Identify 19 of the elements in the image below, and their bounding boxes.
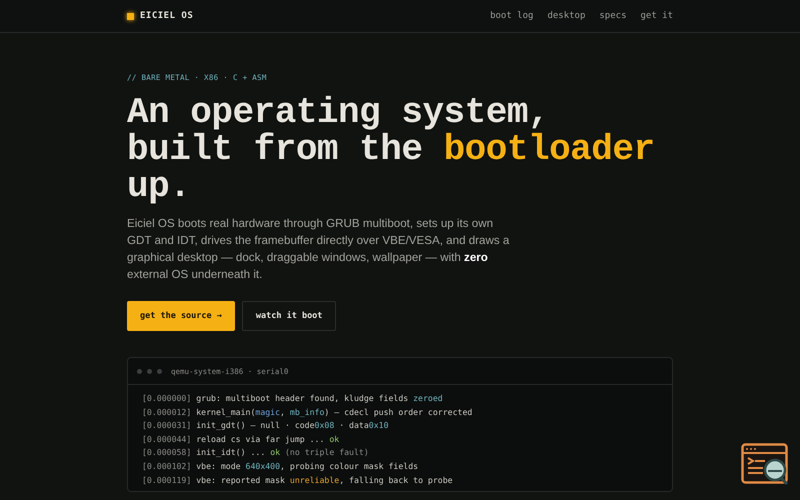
boot-button[interactable]: watch it boot bbox=[242, 301, 336, 331]
log-line: [0.000031] init_gdt() — null · code0x08 · data0x10 bbox=[142, 419, 390, 432]
hero-description: Eiciel OS boots real hardware through GRUB multiboot, sets up its own GDT and IDT, drives the framebuffer directly over VBE/VESA, and draws a graphical desktop — dock, draggable windows, wallpaper — with zero external OS underneath it. bbox=[127, 216, 510, 283]
logo-icon bbox=[127, 12, 134, 20]
log-line: [0.000102] vbe: mode 640x400, probing colour mask fields bbox=[142, 460, 420, 473]
nav-link[interactable]: desktop bbox=[547, 11, 586, 21]
log-line: [0.000000] grub: multiboot header found, kludge fields zeroed bbox=[142, 392, 444, 405]
source-button[interactable]: get the source → bbox=[127, 301, 235, 331]
log-line: [0.000058] init_idt() ... ok (no triple fault) bbox=[142, 446, 370, 460]
window-controls-icon bbox=[137, 368, 162, 374]
terminal-search-icon[interactable] bbox=[741, 443, 791, 487]
log-line: [0.000044] reload cs via far jump ... ok bbox=[142, 432, 340, 446]
nav-link[interactable]: specs bbox=[599, 11, 626, 21]
log-line: [0.000119] vbe: reported mask unreliable, falling back to probe bbox=[142, 474, 454, 487]
nav-link[interactable]: get it bbox=[640, 11, 673, 21]
log-line: [0.000012] kernel_main(magic, mb_info) — cdecl push order corrected bbox=[142, 406, 474, 419]
nav-link[interactable]: boot log bbox=[490, 11, 534, 21]
brand-name: EICIEL OS bbox=[140, 11, 194, 21]
hero-heading: An operating system, built from the bootloader up. bbox=[127, 94, 656, 205]
